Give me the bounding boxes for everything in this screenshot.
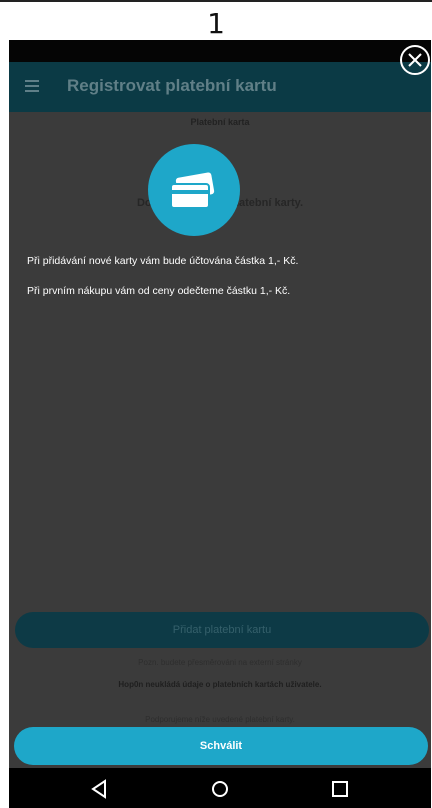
home-icon[interactable] (209, 778, 231, 800)
status-bar (9, 40, 431, 62)
recents-icon[interactable] (329, 778, 351, 800)
step-header: 1 (0, 0, 432, 40)
hamburger-menu-icon[interactable] (25, 80, 39, 92)
page-title: Registrovat platební kartu (67, 76, 277, 95)
navigation-bar (9, 768, 431, 808)
app-bar: Registrovat platební kartu (9, 62, 431, 112)
back-icon[interactable] (89, 778, 111, 800)
section-label: Platební karta (190, 117, 250, 127)
payment-card-icon (148, 144, 240, 236)
approve-button[interactable]: Schválit (14, 727, 428, 765)
supported-cards-note: Podporujeme níže uvedené platební karty. (145, 715, 295, 724)
redirect-note: Pozn. budete přesměrováni na externí str… (138, 658, 302, 667)
refund-info-text: Při prvním nákupu vám od ceny odečteme č… (27, 285, 291, 297)
add-card-button[interactable]: Přidat platební kartu (15, 612, 429, 648)
phone-screen: Registrovat platební kartu Platební kart… (9, 40, 431, 808)
close-icon[interactable] (400, 45, 430, 75)
storage-note: Hop0n neukládá údaje o platebních kartác… (118, 680, 322, 689)
fee-info-text: Při přidávání nové karty vám bude účtová… (27, 255, 299, 267)
step-number: 1 (207, 7, 225, 40)
